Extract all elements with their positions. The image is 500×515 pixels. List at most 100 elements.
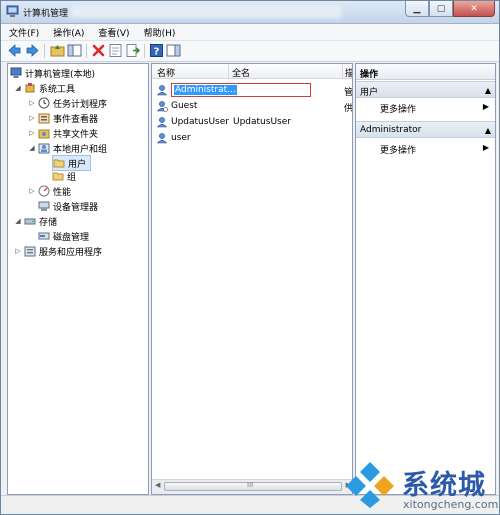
window-title: 计算机管理 (23, 9, 69, 19)
user-description: 管 (344, 88, 353, 98)
user-name: user (171, 133, 191, 143)
section-title: Administrator (360, 125, 422, 135)
tree-item-groups[interactable]: 组 (52, 169, 76, 183)
user-icon (156, 85, 168, 96)
tree-item-storage[interactable]: ◢ 存储 (14, 214, 57, 228)
actions-section-administrator[interactable]: Administrator ▲ (356, 121, 495, 138)
section-title: 用户 (360, 88, 379, 98)
menu-view[interactable]: 查看(V) (90, 24, 135, 40)
user-description: 供 (344, 104, 353, 114)
tree-label: 性能 (53, 187, 72, 198)
tree-label: 共享文件夹 (53, 129, 99, 140)
expand-arrow-icon[interactable]: ▷ (28, 187, 36, 195)
performance-icon (38, 185, 50, 197)
show-hide-tree-icon[interactable] (67, 43, 82, 58)
expand-arrow-icon[interactable]: ▷ (28, 129, 36, 137)
clock-icon (38, 97, 50, 109)
user-disabled-icon (156, 101, 168, 112)
show-hide-action-pane-icon[interactable] (166, 43, 181, 58)
scroll-left-icon[interactable]: ◀ (155, 481, 160, 489)
table-row[interactable]: UpdatusUser UpdatusUser (156, 115, 291, 129)
properties-icon[interactable] (108, 43, 123, 58)
delete-icon[interactable] (91, 43, 106, 58)
collapse-arrow-icon[interactable]: ◢ (14, 84, 22, 92)
forward-arrow-icon[interactable] (25, 43, 40, 58)
tree-item-root[interactable]: 计算机管理(本地) (10, 66, 95, 80)
table-row[interactable]: Guest (156, 99, 197, 113)
scrollbar-thumb[interactable]: III (164, 481, 342, 491)
menu-help[interactable]: 帮助(H) (136, 24, 182, 40)
user-name: UpdatusUser (171, 117, 229, 127)
user-name: Guest (171, 101, 198, 111)
menu-action[interactable]: 操作(A) (45, 24, 90, 40)
actions-header: 操作 (356, 64, 495, 80)
title-bar[interactable]: 计算机管理 ▁ ▢ ✕ (1, 1, 499, 24)
column-header-description[interactable]: 描 (345, 66, 352, 79)
expand-arrow-icon[interactable]: ▷ (14, 247, 22, 255)
watermark-cn-text: 系统城 (402, 470, 486, 501)
tree-item-services-apps[interactable]: ▷ 服务和应用程序 (14, 244, 102, 258)
actions-section-users[interactable]: 用户 ▲ (356, 81, 495, 98)
tree-item-local-users-groups[interactable]: ◢ 本地用户和组 (28, 141, 107, 155)
collapse-arrow-icon[interactable]: ◢ (28, 144, 36, 152)
computer-management-window: 计算机管理 ▁ ▢ ✕ 文件(F) 操作(A) 查看(V) 帮助(H) ? 计算… (0, 0, 500, 515)
maximize-button[interactable]: ▢ (429, 1, 453, 17)
tree-item-shared-folders[interactable]: ▷ 共享文件夹 (28, 126, 98, 140)
disk-icon (38, 232, 50, 240)
rename-input[interactable]: Administrat... (171, 83, 311, 97)
minimize-icon: ▁ (413, 3, 421, 14)
svg-text:?: ? (154, 47, 160, 58)
thumb-grip: III (247, 481, 254, 489)
export-list-icon[interactable] (125, 43, 140, 58)
back-arrow-icon[interactable] (7, 43, 22, 58)
maximize-icon: ▢ (436, 3, 446, 14)
table-row[interactable]: Administrat... (156, 83, 316, 97)
tree-item-device-manager[interactable]: 设备管理器 (38, 199, 98, 213)
users-group-icon (38, 143, 50, 154)
tree-label: 服务和应用程序 (39, 247, 103, 258)
up-folder-icon[interactable] (50, 43, 65, 58)
close-button[interactable]: ✕ (453, 1, 495, 17)
user-list-pane: 名称 全名 描 Administrat... 管 Guest 供 Updatus… (151, 63, 353, 495)
tree-item-system-tools[interactable]: ◢ 系统工具 (14, 81, 75, 95)
collapse-up-icon[interactable]: ▲ (485, 86, 491, 95)
shared-folder-icon (38, 129, 50, 139)
tree-label: 设备管理器 (53, 202, 99, 213)
tree-item-task-scheduler[interactable]: ▷ 任务计划程序 (28, 96, 107, 110)
computer-management-icon (10, 67, 22, 78)
horizontal-scrollbar[interactable]: ◀ III ▶ (152, 479, 352, 494)
storage-icon (24, 218, 36, 225)
toolbar: ? (1, 41, 499, 62)
watermark: 系统城 xitongcheng.com (342, 458, 498, 513)
tree-item-event-viewer[interactable]: ▷ 事件查看器 (28, 111, 98, 125)
close-icon: ✕ (470, 3, 478, 14)
tree-label: 存储 (39, 217, 58, 228)
computer-management-icon (6, 5, 19, 17)
table-row[interactable]: user (156, 131, 191, 145)
menu-bar: 文件(F) 操作(A) 查看(V) 帮助(H) (1, 24, 499, 41)
expand-arrow-icon[interactable]: ▷ (28, 114, 36, 122)
more-actions-link[interactable]: 更多操作 (380, 102, 416, 115)
column-header-name[interactable]: 名称 (157, 66, 175, 79)
more-actions-link[interactable]: 更多操作 (380, 143, 416, 156)
device-manager-icon (38, 201, 50, 211)
folder-icon (52, 172, 64, 181)
expand-arrow-icon[interactable]: ▷ (28, 99, 36, 107)
menu-file[interactable]: 文件(F) (1, 24, 45, 40)
watermark-logo (346, 462, 394, 508)
tree-item-disk-management[interactable]: 磁盘管理 (38, 229, 89, 243)
services-icon (24, 246, 36, 257)
tree-label: 磁盘管理 (53, 232, 90, 243)
collapse-up-icon[interactable]: ▲ (485, 126, 491, 135)
tree-label: 任务计划程序 (53, 99, 108, 110)
minimize-button[interactable]: ▁ (405, 1, 429, 17)
blurred-title-region (71, 6, 341, 18)
column-header-fullname[interactable]: 全名 (232, 66, 250, 79)
watermark-en-text: xitongcheng.com (403, 498, 499, 511)
tree-label: 系统工具 (39, 84, 76, 95)
tree-item-performance[interactable]: ▷ 性能 (28, 184, 71, 198)
help-icon[interactable]: ? (149, 43, 164, 58)
collapse-arrow-icon[interactable]: ◢ (14, 217, 22, 225)
submenu-arrow-icon: ▶ (482, 143, 489, 152)
tree-label: 组 (67, 172, 77, 183)
